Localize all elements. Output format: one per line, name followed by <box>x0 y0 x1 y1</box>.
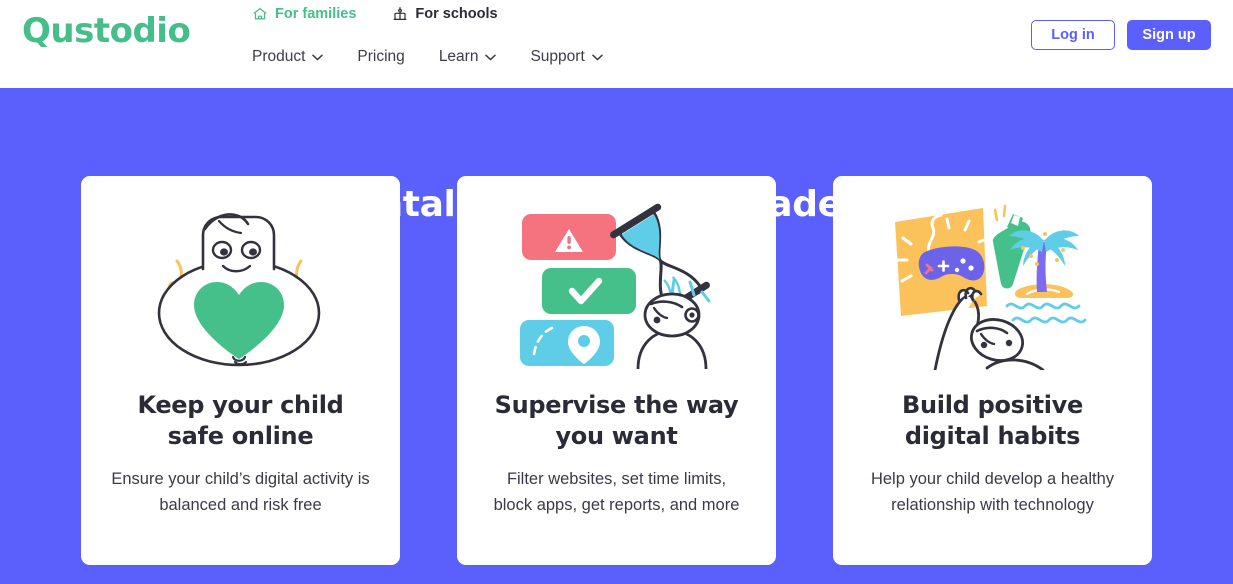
nav-item-learn[interactable]: Learn <box>439 48 497 66</box>
main-navigation: Product Pricing Learn Support <box>252 44 603 70</box>
top-link-for-schools[interactable]: For schools <box>392 6 498 22</box>
chevron-down-icon <box>485 48 497 66</box>
school-icon <box>392 6 408 22</box>
feature-card-list: Keep your child safe online Ensure your … <box>81 176 1152 565</box>
feature-card-digital-habits[interactable]: Build positive digital habits Help your … <box>833 176 1152 565</box>
nav-item-label: Learn <box>438 48 479 65</box>
qustodio-logo[interactable]: Qustodio <box>22 14 191 48</box>
nav-item-pricing[interactable]: Pricing <box>357 48 404 66</box>
site-header: Qustodio For families For schools Produc… <box>0 0 1233 88</box>
top-link-label: For families <box>275 6 357 22</box>
feature-card-description: Ensure your child’s digital activity is … <box>111 470 370 514</box>
nav-item-support[interactable]: Support <box>530 48 603 66</box>
top-link-label: For schools <box>415 6 498 22</box>
nav-item-label: Pricing <box>357 48 405 65</box>
signup-button[interactable]: Sign up <box>1127 20 1211 50</box>
chevron-down-icon <box>592 48 603 66</box>
nav-item-label: Product <box>252 48 306 65</box>
chevron-down-icon <box>312 48 324 66</box>
feature-card-description: Help your child develop a healthy relati… <box>870 470 1115 514</box>
home-icon <box>252 6 268 22</box>
auth-actions: Log in Sign up <box>1031 20 1211 50</box>
content-filter-hourglass-illustration <box>502 194 732 374</box>
feature-card-title: Build positive digital habits <box>902 391 1083 450</box>
feature-card-description: Filter websites, set time limits, block … <box>493 470 740 514</box>
feature-card-safe-online[interactable]: Keep your child safe online Ensure your … <box>81 176 400 565</box>
hero-section: Parental control tools made easy <box>0 88 1233 584</box>
login-button[interactable]: Log in <box>1031 20 1115 50</box>
audience-switcher: For families For schools <box>252 3 498 25</box>
gaming-and-play-balance-illustration <box>878 194 1108 374</box>
nav-item-product[interactable]: Product <box>252 48 324 66</box>
top-link-for-families[interactable]: For families <box>252 6 356 22</box>
nav-item-label: Support <box>530 48 585 65</box>
feature-card-title: Supervise the way you want <box>494 391 739 450</box>
feature-card-title: Keep your child safe online <box>137 391 344 450</box>
child-hugging-heart-illustration <box>126 194 356 374</box>
feature-card-supervise[interactable]: Supervise the way you want Filter websit… <box>457 176 776 565</box>
